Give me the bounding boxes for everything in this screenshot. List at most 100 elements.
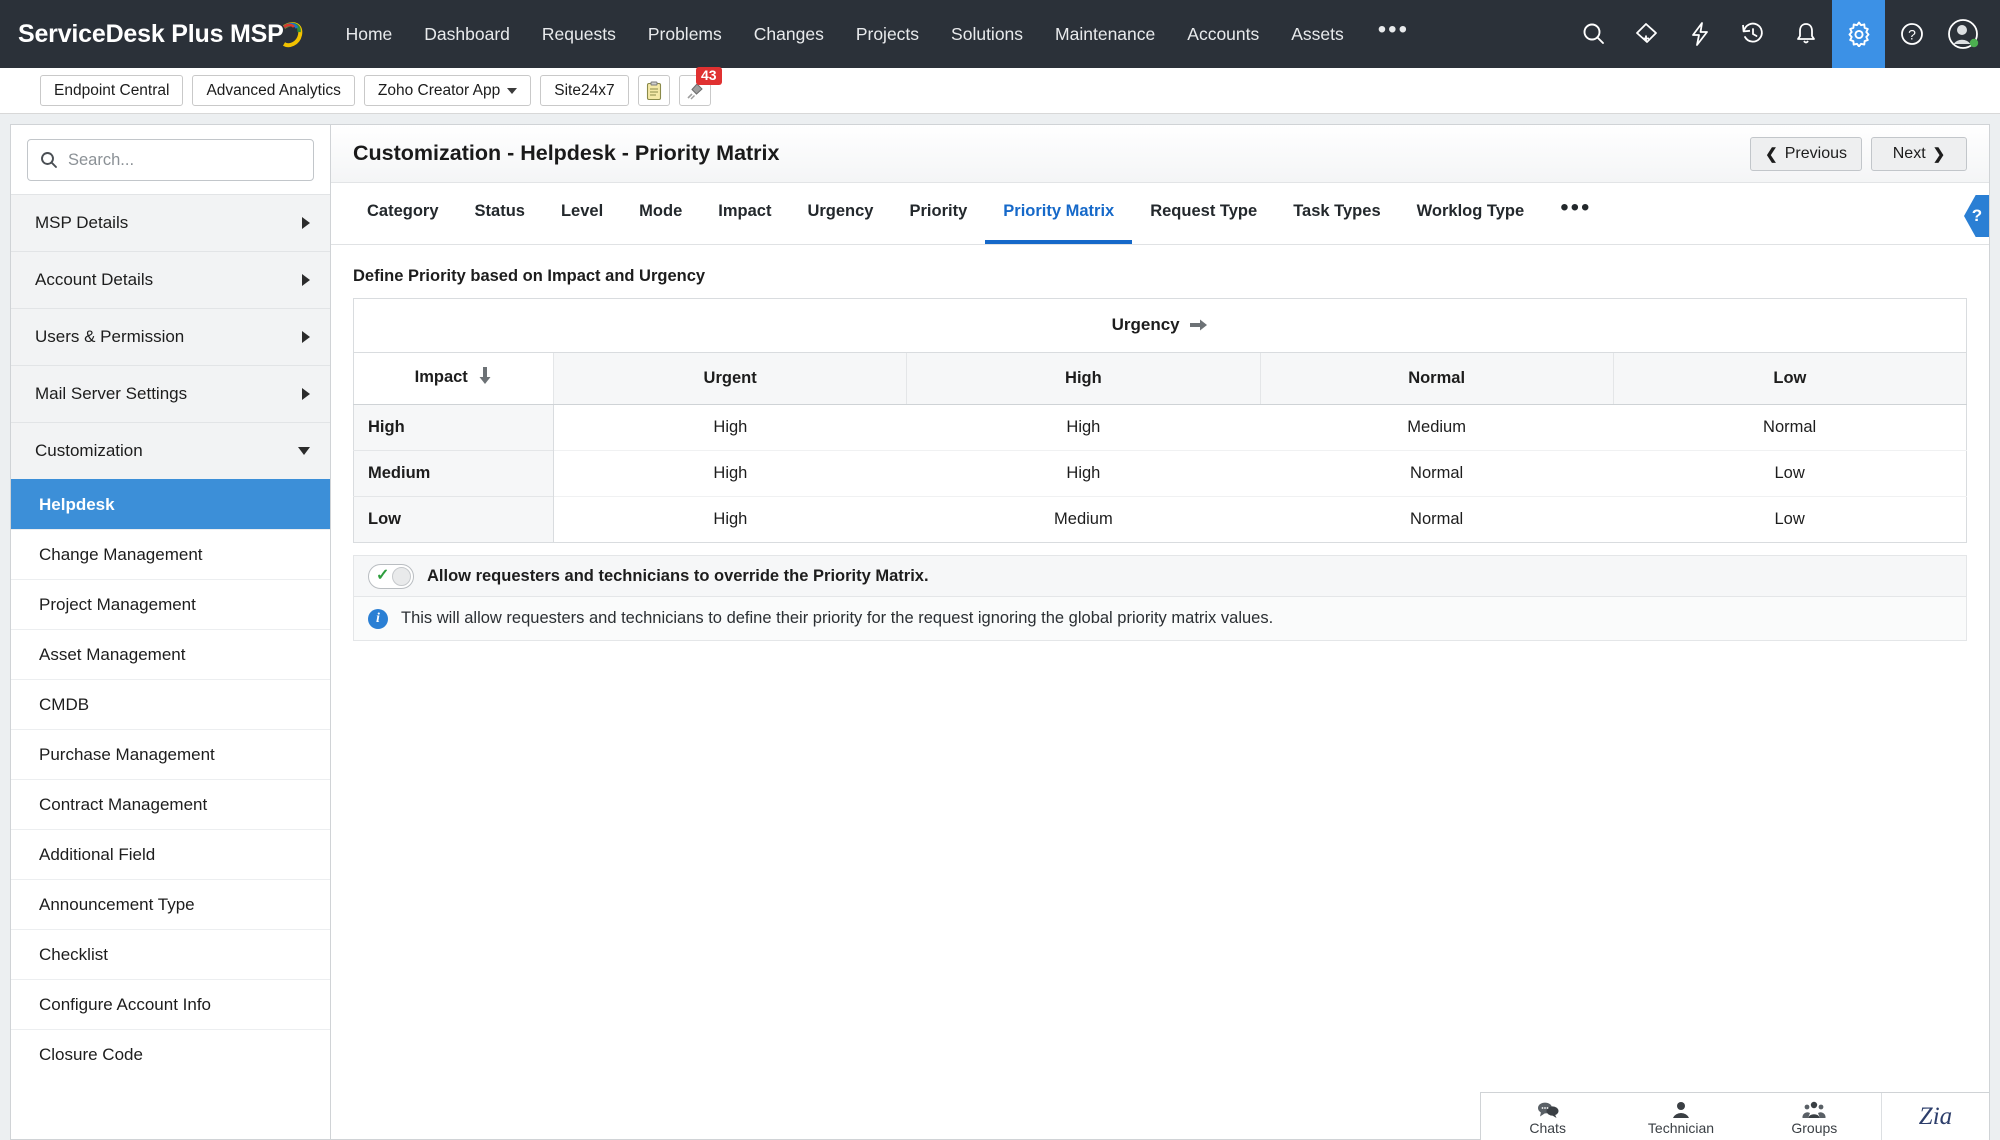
- sidebar-item-cmdb[interactable]: CMDB: [11, 679, 330, 729]
- sidebar-item-configure-account-info[interactable]: Configure Account Info: [11, 979, 330, 1029]
- matrix-cell-low-high[interactable]: Medium: [907, 497, 1260, 543]
- matrix-row-label-high: High: [354, 405, 554, 451]
- tab-request-type[interactable]: Request Type: [1132, 183, 1275, 244]
- sidebar-group-customization[interactable]: Customization: [11, 422, 330, 479]
- top-nav-actions: ?: [1567, 0, 2000, 68]
- previous-button[interactable]: ❮ Previous: [1750, 137, 1862, 171]
- chats-icon: [1537, 1101, 1559, 1119]
- matrix-cell-low-urgent[interactable]: High: [554, 497, 907, 543]
- clipboard-icon-button[interactable]: [638, 75, 670, 106]
- priority-matrix-section: Define Priority based on Impact and Urge…: [331, 245, 1989, 641]
- previous-button-label: Previous: [1785, 145, 1847, 163]
- app-logo[interactable]: ServiceDesk Plus MSP: [0, 19, 304, 49]
- tabs-more-icon[interactable]: •••: [1542, 183, 1609, 244]
- nav-item-problems[interactable]: Problems: [632, 2, 738, 67]
- zia-logo-label: Zia: [1919, 1103, 1952, 1131]
- nav-item-solutions[interactable]: Solutions: [935, 2, 1039, 67]
- toggle-knob: [392, 567, 411, 586]
- app-button-endpoint-central[interactable]: Endpoint Central: [40, 75, 183, 106]
- user-avatar-icon[interactable]: [1938, 0, 2000, 68]
- matrix-cell-high-normal[interactable]: Medium: [1260, 405, 1613, 451]
- next-button[interactable]: Next ❯: [1871, 137, 1967, 171]
- matrix-cell-medium-normal[interactable]: Normal: [1260, 451, 1613, 497]
- sidebar-group-label: MSP Details: [35, 213, 128, 233]
- matrix-row-label-low: Low: [354, 497, 554, 543]
- chat-item-label: Chats: [1529, 1120, 1566, 1136]
- matrix-cell-low-normal[interactable]: Normal: [1260, 497, 1613, 543]
- override-toggle[interactable]: ✓: [368, 564, 414, 589]
- sidebar-item-purchase-management[interactable]: Purchase Management: [11, 729, 330, 779]
- add-ticket-icon[interactable]: [1620, 0, 1673, 68]
- sidebar-group-users-permission[interactable]: Users & Permission: [11, 308, 330, 365]
- chat-item-label: Groups: [1791, 1120, 1837, 1136]
- search-icon[interactable]: [1567, 0, 1620, 68]
- sidebar-group-account-details[interactable]: Account Details: [11, 251, 330, 308]
- sidebar-item-helpdesk[interactable]: Helpdesk: [11, 479, 330, 529]
- chat-item-groups[interactable]: Groups: [1748, 1097, 1881, 1136]
- matrix-cell-high-high[interactable]: High: [907, 405, 1260, 451]
- quick-actions-icon[interactable]: [1673, 0, 1726, 68]
- nav-item-requests[interactable]: Requests: [526, 2, 632, 67]
- matrix-col-low: Low: [1613, 353, 1966, 405]
- content-header: Customization - Helpdesk - Priority Matr…: [331, 125, 1989, 183]
- tab-mode[interactable]: Mode: [621, 183, 700, 244]
- matrix-cell-medium-low[interactable]: Low: [1613, 451, 1966, 497]
- matrix-col-normal: Normal: [1260, 353, 1613, 405]
- sidebar-item-additional-field[interactable]: Additional Field: [11, 829, 330, 879]
- app-button-site24x7[interactable]: Site24x7: [540, 75, 628, 106]
- urgency-banner-label: Urgency: [1112, 315, 1180, 334]
- chat-item-chats[interactable]: Chats: [1481, 1097, 1614, 1136]
- app-button-zoho-creator-app[interactable]: Zoho Creator App: [364, 75, 531, 106]
- customization-tabs: Category Status Level Mode Impact Urgenc…: [331, 183, 1989, 245]
- nav-item-dashboard[interactable]: Dashboard: [408, 2, 526, 67]
- search-input[interactable]: [68, 151, 301, 170]
- app-button-label: Advanced Analytics: [206, 82, 340, 100]
- nav-item-projects[interactable]: Projects: [840, 2, 935, 67]
- tab-priority-matrix[interactable]: Priority Matrix: [985, 183, 1132, 244]
- matrix-cell-medium-urgent[interactable]: High: [554, 451, 907, 497]
- sidebar-item-closure-code[interactable]: Closure Code: [11, 1029, 330, 1079]
- sidebar-item-contract-management[interactable]: Contract Management: [11, 779, 330, 829]
- tab-urgency[interactable]: Urgency: [789, 183, 891, 244]
- matrix-cell-high-urgent[interactable]: High: [554, 405, 907, 451]
- sidebar-search-wrapper: [11, 125, 330, 194]
- sidebar-item-announcement-type[interactable]: Announcement Type: [11, 879, 330, 929]
- tab-impact[interactable]: Impact: [700, 183, 789, 244]
- tab-priority[interactable]: Priority: [891, 183, 985, 244]
- nav-item-maintenance[interactable]: Maintenance: [1039, 2, 1171, 67]
- history-icon[interactable]: [1726, 0, 1779, 68]
- sidebar-group-mail-server-settings[interactable]: Mail Server Settings: [11, 365, 330, 422]
- matrix-cell-high-low[interactable]: Normal: [1613, 405, 1966, 451]
- sidebar-item-change-management[interactable]: Change Management: [11, 529, 330, 579]
- app-button-label: Endpoint Central: [54, 82, 169, 100]
- plugin-icon-button[interactable]: 43: [679, 75, 711, 106]
- sidebar-item-checklist[interactable]: Checklist: [11, 929, 330, 979]
- tab-category[interactable]: Category: [349, 183, 457, 244]
- nav-item-assets[interactable]: Assets: [1275, 2, 1360, 67]
- sidebar-item-project-management[interactable]: Project Management: [11, 579, 330, 629]
- tab-task-types[interactable]: Task Types: [1275, 183, 1398, 244]
- matrix-cell-low-low[interactable]: Low: [1613, 497, 1966, 543]
- search-box[interactable]: [27, 139, 314, 181]
- matrix-col-high: High: [907, 353, 1260, 405]
- matrix-cell-medium-high[interactable]: High: [907, 451, 1260, 497]
- tab-status[interactable]: Status: [457, 183, 543, 244]
- sidebar-item-asset-management[interactable]: Asset Management: [11, 629, 330, 679]
- nav-more-icon[interactable]: •••: [1360, 4, 1427, 64]
- impact-header-label: Impact: [415, 368, 468, 386]
- settings-icon[interactable]: [1832, 0, 1885, 68]
- chat-item-technician[interactable]: Technician: [1614, 1097, 1747, 1136]
- sidebar-group-msp-details[interactable]: MSP Details: [11, 194, 330, 251]
- tab-level[interactable]: Level: [543, 183, 621, 244]
- app-button-advanced-analytics[interactable]: Advanced Analytics: [192, 75, 354, 106]
- nav-item-changes[interactable]: Changes: [738, 2, 840, 67]
- tab-worklog-type[interactable]: Worklog Type: [1399, 183, 1543, 244]
- override-info-row: i This will allow requesters and technic…: [353, 597, 1967, 641]
- help-icon[interactable]: ?: [1885, 0, 1938, 68]
- nav-item-home[interactable]: Home: [330, 2, 409, 67]
- zia-assistant-button[interactable]: Zia: [1881, 1093, 1989, 1140]
- notifications-icon[interactable]: [1779, 0, 1832, 68]
- chevron-right-icon: [302, 331, 310, 343]
- nav-item-accounts[interactable]: Accounts: [1171, 2, 1275, 67]
- app-button-label: Site24x7: [554, 82, 614, 100]
